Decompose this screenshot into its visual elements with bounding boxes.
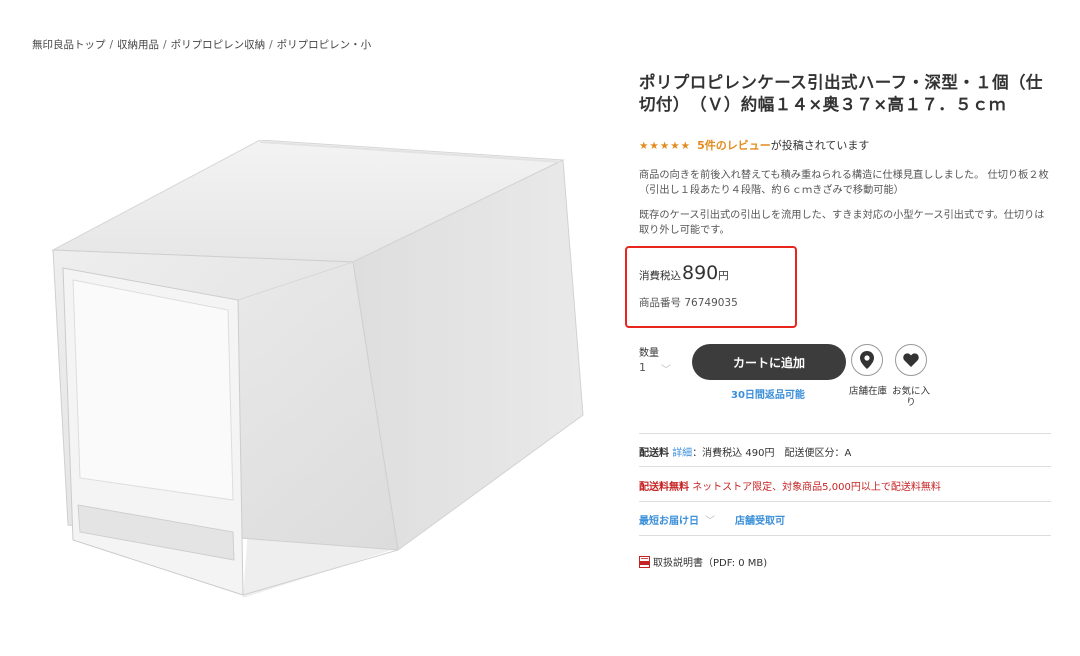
rating-stars-icon: ★★★★★ bbox=[639, 140, 692, 152]
manual-link[interactable]: 取扱説明書（PDF: 0 MB) bbox=[639, 554, 767, 569]
price-label: 消費税込 bbox=[639, 270, 681, 282]
price-highlight-box bbox=[625, 246, 797, 328]
shipping-fee-text: ：消費税込 490円 配送便区分：A bbox=[692, 448, 852, 459]
free-shipping-row: 配送料無料 ネットストア限定、対象商品5,000円以上で配送料無料 bbox=[639, 478, 941, 493]
review-suffix: が投稿されています bbox=[770, 139, 870, 152]
divider bbox=[639, 535, 1051, 536]
breadcrumb-pp-storage[interactable]: ポリプロピレン収納 bbox=[171, 39, 266, 51]
price-value: 890 bbox=[682, 262, 719, 284]
breadcrumb: 無印良品トップ / 収納用品 / ポリプロピレン収納 / ポリプロピレン・小 bbox=[32, 37, 371, 52]
store-stock-button[interactable] bbox=[851, 344, 883, 376]
favorite-button[interactable] bbox=[895, 344, 927, 376]
shipping-fee-label: 配送料 bbox=[639, 448, 669, 459]
earliest-delivery-dropdown[interactable]: 最短お届け日 bbox=[639, 516, 699, 527]
breadcrumb-separator: / bbox=[163, 39, 167, 51]
free-shipping-label: 配送料無料 bbox=[639, 482, 689, 493]
add-to-cart-button[interactable]: カートに追加 bbox=[692, 344, 846, 380]
store-pickup-link[interactable]: 店舗受取可 bbox=[735, 516, 785, 527]
pdf-icon bbox=[639, 555, 650, 568]
price-unit: 円 bbox=[718, 270, 729, 282]
heart-icon bbox=[903, 353, 919, 367]
breadcrumb-pp-small[interactable]: ポリプロピレン・小 bbox=[277, 39, 372, 51]
favorite-label: お気に入り bbox=[891, 386, 930, 408]
product-description-2: 既存のケース引出式の引出しを流用した、すきま対応の小型ケース引出式です。仕切りは… bbox=[639, 210, 1045, 236]
store-stock-label: 店舗在庫 bbox=[848, 386, 887, 397]
quantity-label: 数量 bbox=[639, 348, 659, 359]
manual-text: 取扱説明書（PDF: 0 MB) bbox=[653, 558, 768, 569]
location-pin-icon bbox=[860, 351, 874, 369]
free-shipping-text: ネットストア限定、対象商品5,000円以上で配送料無料 bbox=[692, 482, 941, 493]
shipping-detail-link[interactable]: 詳細 bbox=[672, 448, 692, 459]
breadcrumb-separator: / bbox=[109, 39, 114, 51]
chevron-down-icon: ﹀ bbox=[661, 365, 671, 376]
product-title: ポリプロピレンケース引出式ハーフ・深型・１個（仕切付） （Ｖ）約幅１４×奥３７×… bbox=[639, 73, 1043, 114]
review-count-link[interactable]: 5件のレビュー bbox=[697, 139, 771, 152]
product-description-1: 商品の向きを前後入れ替えても積み重ねられる構造に仕様見直ししました。 仕切り板２… bbox=[639, 170, 1049, 196]
product-image bbox=[51, 140, 584, 598]
chevron-down-icon[interactable]: ﹀ bbox=[705, 516, 715, 527]
quantity-select[interactable]: 1 ﹀ bbox=[639, 361, 679, 379]
product-code-value: 76749035 bbox=[684, 297, 738, 309]
divider bbox=[639, 433, 1051, 434]
product-code: 商品番号 76749035 bbox=[639, 295, 738, 310]
shipping-fee-row: 配送料 詳細：消費税込 490円 配送便区分：A bbox=[639, 444, 851, 459]
quantity-value: 1 bbox=[639, 361, 646, 374]
delivery-row: 最短お届け日 ﹀ 店舗受取可 bbox=[639, 512, 785, 527]
divider bbox=[639, 466, 1051, 467]
breadcrumb-home[interactable]: 無印良品トップ bbox=[32, 39, 106, 51]
return-policy-note: 30日間返品可能 bbox=[731, 390, 805, 401]
breadcrumb-storage[interactable]: 収納用品 bbox=[117, 39, 159, 51]
divider bbox=[639, 501, 1051, 502]
product-code-label: 商品番号 bbox=[639, 297, 681, 309]
breadcrumb-separator: / bbox=[269, 39, 273, 51]
rating-row: ★★★★★ 5件のレビューが投稿されています bbox=[639, 137, 869, 153]
price: 消費税込890円 bbox=[639, 262, 729, 284]
